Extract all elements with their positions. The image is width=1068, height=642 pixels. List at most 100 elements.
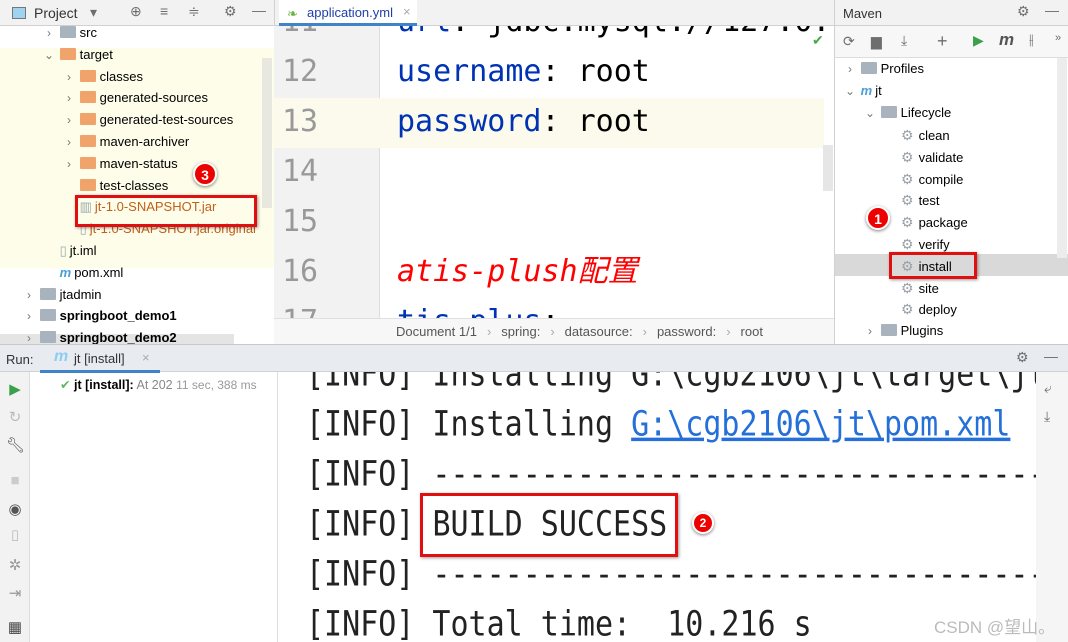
chevron-right-icon[interactable]: › (42, 26, 56, 44)
breadcrumb-item[interactable]: root (741, 324, 763, 339)
run-item-jt-install[interactable]: ✔ jt [install]: At 202 11 sec, 388 ms (60, 374, 257, 396)
pom-link[interactable]: G:\cgb2106\jt\pom.xml (631, 404, 1010, 444)
run-icon[interactable]: ▶ (973, 32, 984, 49)
chevron-right-icon[interactable]: › (22, 327, 36, 344)
editor-breadcrumb: Document 1/1 › spring: › datasource: › passwor… (274, 318, 834, 344)
rerun-failed-icon[interactable]: ↻ (6, 408, 24, 426)
tree-item[interactable]: ⌄ target (42, 44, 113, 66)
chevron-right-icon[interactable]: › (62, 153, 76, 175)
jar-highlight-box (75, 195, 257, 227)
locate-icon[interactable]: ⊕ (130, 3, 142, 20)
maven-plugins[interactable]: › Plugins (863, 320, 943, 342)
maven-goal-site[interactable]: ⚙ site (901, 277, 939, 299)
generate-sources-icon[interactable]: ▆ (871, 33, 882, 50)
tree-item[interactable]: ▯ jt.iml (42, 240, 97, 262)
line-number: 14 (282, 154, 319, 189)
dropdown-icon[interactable]: ▾ (90, 4, 97, 21)
maven-goal-icon[interactable]: m (999, 30, 1014, 50)
scroll-to-end-icon[interactable]: ⤓ (1044, 408, 1050, 425)
chevron-right-icon[interactable]: › (22, 305, 36, 327)
maven-tree: › Profiles ⌄ m jt ⌄ Lifecycle ⚙ clean ⚙ vali… (834, 58, 1068, 344)
run-tree: ✔ jt [install]: At 202 11 sec, 388 ms (30, 372, 278, 642)
code-line: atis-plush配置 (397, 254, 638, 289)
maven-goal-test[interactable]: ⚙ test (901, 189, 940, 211)
maven-goal-package[interactable]: ⚙ package (901, 211, 968, 233)
breadcrumb-item[interactable]: Document 1/1 (396, 324, 477, 339)
tree-item-label: src (79, 26, 97, 40)
tree-item[interactable]: test-classes (62, 175, 168, 197)
soft-wrap-icon[interactable]: ⤶ (1044, 380, 1052, 397)
maven-icon: m (54, 348, 69, 365)
tree-item[interactable]: › maven-status (62, 153, 178, 175)
tab-application-yml[interactable]: ❧ application.yml × (279, 0, 417, 26)
check-icon: ✔ (812, 32, 824, 48)
editor-scrollbar[interactable] (823, 145, 833, 191)
download-icon[interactable]: ⤓ (901, 32, 907, 49)
close-tab-icon[interactable]: × (403, 4, 411, 19)
eye-icon[interactable]: ◉ (6, 500, 24, 518)
folder-gray-icon (59, 26, 76, 38)
folder-gray-icon (39, 287, 56, 300)
line-number: 13 (282, 104, 319, 139)
gear-icon: ⚙ (901, 148, 914, 165)
gear-icon[interactable]: ⚙ (224, 3, 237, 20)
tree-item[interactable]: m pom.xml (42, 262, 124, 284)
more-icon[interactable]: » (1055, 32, 1061, 44)
maven-profiles[interactable]: › Profiles (843, 58, 924, 80)
chevron-right-icon[interactable]: › (62, 87, 76, 109)
expand-all-icon[interactable]: ≡ (160, 3, 168, 19)
maven-goal-clean[interactable]: ⚙ clean (901, 124, 950, 146)
tree-item[interactable]: › generated-test-sources (62, 109, 233, 131)
add-icon[interactable]: + (937, 31, 948, 52)
tree-item[interactable]: › classes (62, 66, 143, 88)
maven-project-jt[interactable]: ⌄ m jt (843, 80, 882, 102)
tree-item[interactable]: › src (42, 26, 97, 44)
minimize-icon[interactable]: — (1045, 2, 1059, 18)
breadcrumb-item[interactable]: spring: (501, 324, 540, 339)
debug-icon[interactable]: ✲ (6, 556, 24, 574)
console-line: [INFO] Total time: 10.216 s (306, 604, 812, 642)
chevron-right-icon[interactable]: › (62, 109, 76, 131)
maven-goal-validate[interactable]: ⚙ validate (901, 146, 963, 168)
project-title[interactable]: Project (34, 5, 78, 21)
breadcrumb-item[interactable]: password: (657, 324, 716, 339)
folder-orange-icon (79, 178, 96, 191)
module-icon (39, 309, 56, 322)
watermark: CSDN @望山。 (934, 618, 1056, 637)
tree-item[interactable]: › generated-sources (62, 87, 208, 109)
folder-orange-icon (79, 69, 96, 82)
wrench-icon[interactable]: 🔧︎ (6, 436, 25, 454)
gear-icon[interactable]: ⚙ (1017, 3, 1030, 20)
gear-icon[interactable]: ⚙ (1016, 349, 1029, 366)
success-check-icon: ✔ (60, 378, 71, 392)
maven-goal-deploy[interactable]: ⚙ deploy (901, 298, 957, 320)
tree-item[interactable]: › jtadmin (22, 284, 102, 306)
tree-item[interactable]: › maven-archiver (62, 131, 189, 153)
chevron-right-icon[interactable]: › (62, 66, 76, 88)
maven-lifecycle[interactable]: ⌄ Lifecycle (863, 102, 951, 124)
import-icon[interactable]: ⇥ (6, 584, 24, 602)
editor-code[interactable]: 11 url: jdbc:mysql://127.0. 12 username: ro… (274, 26, 834, 318)
chevron-right-icon[interactable]: › (22, 284, 36, 306)
chevron-right-icon[interactable]: › (62, 131, 76, 153)
tree-item[interactable]: › springboot_demo2 (22, 327, 177, 344)
collapse-all-icon[interactable]: ≑ (188, 3, 200, 20)
reload-icon[interactable]: ⟳ (843, 33, 855, 50)
gear-icon: ⚙ (901, 170, 914, 187)
minimize-icon[interactable]: — (1044, 348, 1058, 364)
breadcrumb-item[interactable]: datasource: (565, 324, 633, 339)
layout-icon[interactable]: ▦ (6, 618, 24, 636)
run-side-toolbar: ▶ ↻ 🔧︎ ■ ◉ ⌷ ✲ ⇥ ▦ (0, 372, 30, 642)
skip-tests-icon[interactable]: ⫲ (1029, 31, 1034, 48)
tree-item-label: generated-test-sources (99, 112, 234, 128)
close-tab-icon[interactable]: × (142, 350, 150, 365)
run-tab-jt-install[interactable]: m jt [install] × (40, 345, 160, 373)
minimize-icon[interactable]: — (252, 2, 266, 18)
run-tab-label: jt [install] (74, 351, 125, 366)
stop-icon[interactable]: ■ (6, 472, 24, 489)
tree-item[interactable]: › springboot_demo1 (22, 305, 177, 327)
maven-goal-compile[interactable]: ⚙ compile (901, 168, 963, 190)
rerun-icon[interactable]: ▶ (6, 380, 24, 398)
camera-icon[interactable]: ⌷ (6, 528, 24, 545)
chevron-down-icon[interactable]: ⌄ (42, 44, 56, 66)
